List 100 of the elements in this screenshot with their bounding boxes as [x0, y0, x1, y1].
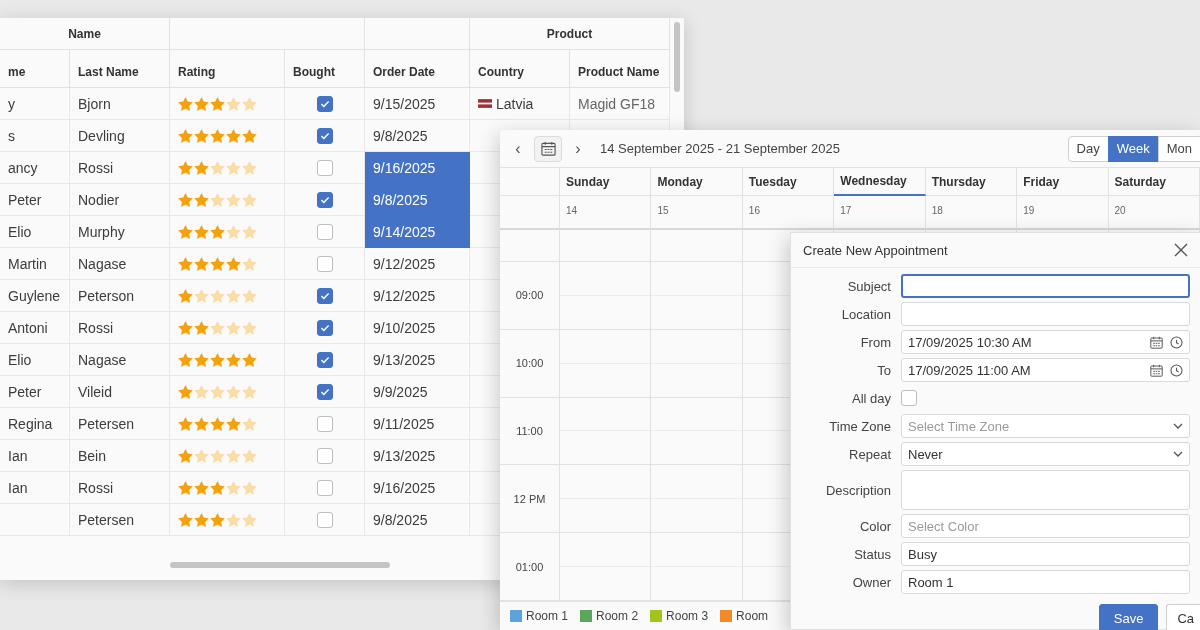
table-cell: Latvia	[496, 95, 534, 112]
date-time-field[interactable]: 17/09/2025 11:00 AM	[901, 358, 1190, 382]
calendar-icon[interactable]	[1150, 335, 1163, 349]
day-header[interactable]: Wednesday	[834, 168, 926, 196]
all-day-cell[interactable]: 15	[651, 196, 743, 230]
day-header[interactable]: Thursday	[925, 168, 1018, 196]
time-slot[interactable]	[651, 397, 743, 466]
field-label: From	[859, 334, 891, 350]
checkbox[interactable]	[316, 511, 333, 528]
dialog-title: Create New Appointment	[803, 242, 948, 258]
checkbox[interactable]	[316, 191, 333, 208]
all-day-cell[interactable]: 18	[925, 196, 1018, 230]
star-icon	[226, 320, 241, 335]
star-icon	[242, 96, 257, 111]
day-header[interactable]: Saturday	[1108, 168, 1200, 196]
day-header[interactable]: Friday	[1017, 168, 1109, 196]
table-cell: 9/8/2025	[365, 184, 470, 216]
field-label: All day	[850, 390, 891, 406]
checkbox[interactable]	[316, 383, 333, 400]
time-slot[interactable]	[560, 262, 652, 330]
table-cell: Elio	[0, 216, 70, 248]
checkbox[interactable]	[316, 351, 333, 368]
input-field[interactable]: Busy	[901, 542, 1190, 566]
cancel-button[interactable]: Ca	[1166, 604, 1200, 630]
star-icon	[178, 128, 193, 143]
table-cell: Nodier	[70, 184, 170, 216]
table-cell: Nagase	[70, 344, 170, 376]
table-cell: Bjorn	[70, 88, 170, 120]
clock-icon[interactable]	[1170, 363, 1183, 377]
all-day-cell[interactable]: 19	[1017, 196, 1109, 230]
column-header[interactable]: Product Name	[570, 50, 670, 88]
checkbox[interactable]	[901, 390, 917, 406]
checkbox[interactable]	[316, 447, 333, 464]
star-icon	[210, 224, 225, 239]
checkbox[interactable]	[316, 127, 333, 144]
day-header[interactable]: Monday	[651, 168, 743, 196]
time-label: 09:00	[515, 289, 544, 302]
checkbox[interactable]	[316, 95, 333, 112]
checkbox[interactable]	[316, 255, 333, 272]
dropdown[interactable]: Never	[901, 442, 1190, 466]
star-icon	[242, 352, 257, 367]
date-picker-button[interactable]	[534, 135, 562, 162]
all-day-cell[interactable]: 17	[834, 196, 926, 230]
save-button[interactable]: Save	[1098, 604, 1159, 630]
text-area[interactable]	[901, 470, 1190, 510]
column-header[interactable]: Rating	[170, 50, 285, 88]
input-field[interactable]: Room 1	[901, 570, 1190, 594]
column-header[interactable]: Bought	[285, 50, 365, 88]
column-header[interactable]: Country	[470, 50, 570, 88]
time-slot[interactable]	[651, 465, 743, 534]
field-label: Repeat	[848, 446, 891, 462]
table-cell: Rossi	[70, 312, 170, 344]
star-icon	[194, 192, 209, 207]
vertical-scrollbar[interactable]	[674, 22, 680, 92]
clock-icon[interactable]	[1170, 335, 1183, 349]
view-tab[interactable]: Mon	[1157, 135, 1200, 162]
all-day-cell[interactable]: 20	[1108, 196, 1200, 230]
checkmark-icon	[319, 387, 330, 396]
star-icon	[194, 128, 209, 143]
time-slot[interactable]	[560, 397, 652, 466]
star-icon	[210, 160, 225, 175]
column-header[interactable]: Order Date	[365, 50, 470, 88]
all-day-cell[interactable]: 16	[742, 196, 835, 230]
next-button[interactable]: ›	[568, 135, 588, 162]
time-slot[interactable]	[651, 329, 743, 398]
checkbox[interactable]	[316, 479, 333, 496]
horizontal-scrollbar[interactable]	[170, 562, 390, 568]
table-cell: Vileid	[70, 376, 170, 408]
view-tab[interactable]: Day	[1067, 135, 1109, 162]
day-header[interactable]: Tuesday	[742, 168, 835, 196]
all-day-cell[interactable]: 14	[560, 196, 652, 230]
previous-button[interactable]: ‹	[508, 135, 528, 162]
checkbox[interactable]	[316, 159, 333, 176]
day-header[interactable]: Sunday	[560, 168, 652, 196]
input-field[interactable]	[901, 274, 1190, 298]
star-icon	[226, 128, 241, 143]
date-time-field[interactable]: 17/09/2025 10:30 AM	[901, 330, 1190, 354]
time-slot[interactable]	[560, 465, 652, 534]
checkbox[interactable]	[316, 415, 333, 432]
time-slot[interactable]	[651, 533, 743, 601]
column-header[interactable]: Last Name	[70, 50, 170, 88]
checkbox[interactable]	[316, 319, 333, 336]
star-icon	[242, 256, 257, 271]
date-range-title: 14 September 2025 - 21 September 2025	[600, 141, 840, 156]
checkbox[interactable]	[316, 223, 333, 240]
table-cell: 9/8/2025	[365, 504, 470, 536]
calendar-icon[interactable]	[1150, 363, 1163, 377]
star-icon	[178, 224, 193, 239]
legend-label: Room 3	[666, 609, 709, 623]
column-header[interactable]: me	[0, 50, 70, 88]
time-slot[interactable]	[560, 533, 652, 601]
star-icon	[178, 384, 193, 399]
star-icon	[226, 448, 241, 463]
view-tab[interactable]: Week	[1107, 135, 1159, 162]
checkbox[interactable]	[316, 287, 333, 304]
time-slot[interactable]	[560, 329, 652, 398]
time-slot[interactable]	[651, 262, 743, 330]
star-icon	[210, 352, 225, 367]
star-icon	[178, 256, 193, 271]
table-cell: 9/16/2025	[365, 152, 470, 184]
